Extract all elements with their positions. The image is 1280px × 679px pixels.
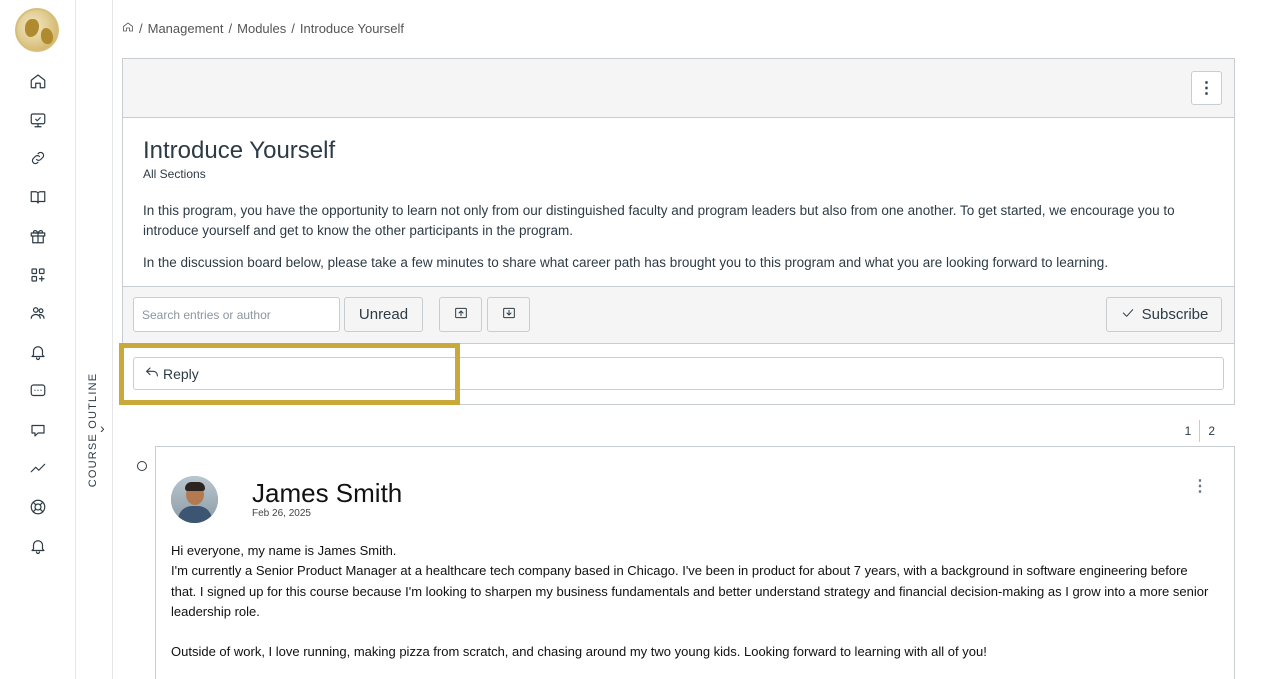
course-outline-label[interactable]: COURSE OUTLINE <box>87 373 99 488</box>
page-link-1[interactable]: 1 <box>1177 420 1200 442</box>
home-breadcrumb-icon[interactable] <box>122 21 134 36</box>
people-icon[interactable] <box>27 302 49 324</box>
expand-icon <box>501 305 517 325</box>
breadcrumb-separator: / <box>228 21 233 36</box>
topic-options-button[interactable]: ⋮ <box>1191 71 1222 105</box>
avatar[interactable] <box>171 476 218 523</box>
reply-box[interactable]: Reply <box>133 357 1224 390</box>
discussion-entry: James Smith Feb 26, 2025 ⋮ Hi everyone, … <box>155 446 1235 679</box>
course-outline-panel[interactable] <box>76 0 113 679</box>
topic-paragraph: In this program, you have the opportunit… <box>143 203 1175 238</box>
checkmark-icon <box>1120 305 1136 325</box>
discussion-topic-card: ⋮ Introduce Yourself All Sections In thi… <box>122 58 1235 405</box>
page-link-2[interactable]: 2 <box>1200 420 1223 442</box>
entry-line: I'm currently a Senior Product Manager a… <box>171 563 1209 619</box>
book-icon[interactable] <box>27 186 49 208</box>
unread-button[interactable]: Unread <box>344 297 423 332</box>
breadcrumb-item-current: Introduce Yourself <box>299 21 404 36</box>
reply-button[interactable]: Reply <box>144 364 199 383</box>
gift-icon[interactable] <box>27 225 49 247</box>
breadcrumb: / Management / Modules / Introduce Yours… <box>122 21 404 36</box>
dashboard-icon[interactable] <box>27 109 49 131</box>
kebab-icon: ⋮ <box>1198 80 1215 97</box>
entry-message: Hi everyone, my name is James Smith. I'm… <box>171 541 1216 662</box>
unread-indicator-icon[interactable] <box>137 461 147 471</box>
apps-icon[interactable] <box>27 264 49 286</box>
breadcrumb-separator: / <box>139 21 143 36</box>
subscribe-label: Subscribe <box>1141 306 1209 323</box>
topic-sections: All Sections <box>143 167 206 181</box>
home-icon[interactable] <box>27 70 49 92</box>
topic-paragraph: In the discussion board below, please ta… <box>143 255 1109 270</box>
trend-icon[interactable] <box>27 457 49 479</box>
reply-label: Reply <box>163 365 199 382</box>
reply-arrow-icon <box>144 364 160 383</box>
help-icon[interactable] <box>27 496 49 518</box>
entry-date: Feb 26, 2025 <box>252 508 311 519</box>
bell-icon[interactable] <box>27 341 49 363</box>
topic-message: In this program, you have the opportunit… <box>143 201 1218 285</box>
expand-threads-button[interactable] <box>487 297 530 332</box>
institution-logo[interactable] <box>15 8 59 52</box>
link-icon[interactable] <box>27 147 49 169</box>
inbox-icon[interactable] <box>27 419 49 441</box>
entry-options-icon[interactable]: ⋮ <box>1192 479 1208 495</box>
collapse-threads-button[interactable] <box>439 297 482 332</box>
global-nav <box>0 0 76 679</box>
entry-line: Outside of work, I love running, making … <box>171 644 987 660</box>
breadcrumb-item-management[interactable]: Management <box>148 21 224 36</box>
entry-author[interactable]: James Smith <box>252 478 402 509</box>
subscribe-button[interactable]: Subscribe <box>1106 297 1222 332</box>
collapse-icon <box>453 305 469 325</box>
entry-line: Hi everyone, my name is James Smith. <box>171 543 397 558</box>
search-input[interactable] <box>133 297 340 332</box>
notification-icon[interactable] <box>27 535 49 557</box>
discussion-toolbar: Unread Subscribe <box>123 286 1234 344</box>
breadcrumb-separator: / <box>291 21 295 36</box>
chevron-right-icon[interactable]: › <box>100 420 105 436</box>
chat-icon[interactable] <box>27 380 49 402</box>
pagination: 1 2 <box>1177 420 1223 442</box>
topic-title: Introduce Yourself <box>143 137 336 164</box>
breadcrumb-item-modules[interactable]: Modules <box>237 21 286 36</box>
topic-header-bar: ⋮ <box>123 59 1234 118</box>
